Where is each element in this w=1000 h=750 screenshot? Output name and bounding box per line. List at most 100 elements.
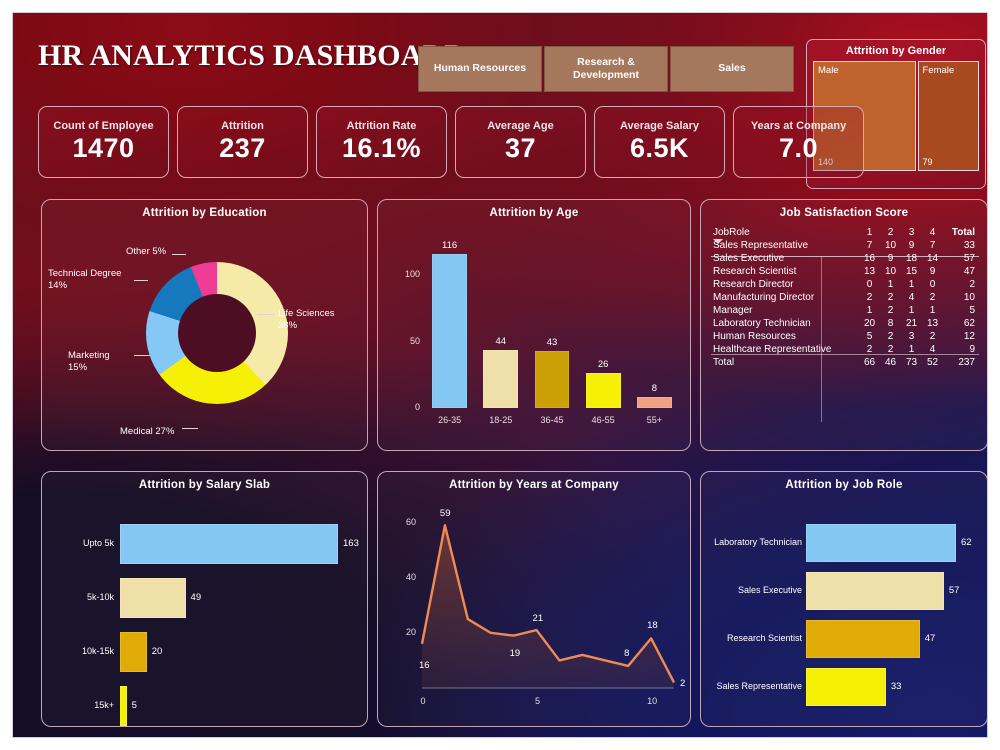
cell-score: 10 bbox=[884, 266, 897, 277]
table-row[interactable]: Sales Representative 7 10 9 7 33 bbox=[711, 239, 979, 252]
bar[interactable] bbox=[636, 397, 672, 408]
cell-score: 2 bbox=[866, 292, 873, 303]
cell-jobrole: Research Scientist bbox=[713, 266, 797, 277]
job-satisfaction-table: JobRole 1 2 3 4 Total Sales Representative 7 10 9… bbox=[711, 226, 979, 422]
bar-value: 116 bbox=[442, 239, 458, 251]
table-header-score-4[interactable]: 4 bbox=[922, 226, 943, 239]
filter-caret-icon[interactable] bbox=[713, 239, 723, 244]
bar[interactable] bbox=[806, 572, 944, 610]
table-header-score-1[interactable]: 1 bbox=[859, 226, 880, 239]
cell-score: 4 bbox=[908, 292, 915, 303]
bar-value: 57 bbox=[948, 585, 960, 596]
table-row[interactable]: Research Scientist 13 10 15 9 47 bbox=[711, 265, 979, 278]
cell-score: 2 bbox=[929, 331, 936, 342]
donut-label-medical: Medical 27% bbox=[120, 426, 175, 437]
cell-score: 1 bbox=[929, 305, 936, 316]
bar[interactable] bbox=[806, 524, 956, 562]
table-header-jobrole[interactable]: JobRole bbox=[711, 226, 859, 244]
dept-filter-sales[interactable]: Sales bbox=[670, 46, 794, 92]
data-point-value: 59 bbox=[439, 508, 451, 520]
bar-value: 33 bbox=[890, 681, 902, 692]
bar-category: 46-55 bbox=[591, 415, 615, 425]
data-point-value: 21 bbox=[532, 613, 544, 625]
table-row[interactable]: Sales Executive 16 9 18 14 57 bbox=[711, 252, 979, 265]
dept-filter-human-resources[interactable]: Human Resources bbox=[418, 46, 542, 92]
treemap-cell-label: Male bbox=[818, 65, 839, 76]
cell-score: 14 bbox=[926, 253, 939, 264]
cell-score: 66 bbox=[863, 357, 876, 368]
bar[interactable] bbox=[534, 350, 570, 408]
dept-filter-research-development[interactable]: Research & Development bbox=[544, 46, 668, 92]
table-row[interactable]: Manufacturing Director 2 2 4 2 10 bbox=[711, 291, 979, 304]
bar[interactable] bbox=[585, 373, 621, 408]
dept-filter-label: Human Resources bbox=[433, 62, 527, 75]
data-point-value: 16 bbox=[419, 659, 430, 671]
kpi-card-average-salary: Average Salary 6.5K bbox=[594, 106, 725, 178]
kpi-value: 37 bbox=[504, 133, 537, 163]
cell-total: 57 bbox=[963, 253, 975, 264]
kpi-card-attrition-rate: Attrition Rate 16.1% bbox=[316, 106, 447, 178]
bar-column[interactable]: 26 46-55 bbox=[585, 242, 621, 425]
panel-attrition-by-education: Attrition by Education Life Sciences 38% M… bbox=[41, 199, 368, 451]
cell-score: 10 bbox=[884, 240, 897, 251]
bar-value: 62 bbox=[961, 537, 972, 548]
bar[interactable] bbox=[483, 349, 519, 408]
table-header-rule bbox=[711, 256, 979, 257]
cell-score: 5 bbox=[866, 331, 873, 342]
bar-column[interactable]: 43 36-45 bbox=[534, 242, 570, 425]
treemap-cell-value: 79 bbox=[922, 157, 933, 167]
panel-title: Attrition by Job Role bbox=[785, 479, 903, 491]
bar[interactable] bbox=[120, 524, 338, 564]
bar-column[interactable]: 8 55+ bbox=[636, 242, 672, 425]
table-header-score-2[interactable]: 2 bbox=[880, 226, 901, 239]
donut-leader-line bbox=[257, 314, 275, 315]
table-header-total[interactable]: Total bbox=[943, 226, 979, 239]
cell-total: 47 bbox=[963, 266, 975, 277]
kpi-label: Attrition bbox=[221, 120, 264, 132]
table-row[interactable]: Human Resources 5 2 3 2 12 bbox=[711, 330, 979, 343]
bar[interactable] bbox=[432, 253, 467, 408]
bar[interactable] bbox=[120, 686, 127, 726]
bar[interactable] bbox=[120, 632, 147, 672]
table-row[interactable]: Research Director 0 1 1 0 2 bbox=[711, 278, 979, 291]
bar-value: 44 bbox=[495, 335, 507, 347]
cell-score: 1 bbox=[908, 305, 915, 316]
cell-score: 9 bbox=[887, 253, 894, 264]
panel-job-satisfaction-score: Job Satisfaction Score JobRole 1 2 3 4 Total S… bbox=[700, 199, 987, 451]
bar-column[interactable]: 116 26-35 bbox=[432, 239, 467, 425]
kpi-value: 16.1% bbox=[341, 133, 422, 163]
table-row[interactable]: Manager 1 2 1 1 5 bbox=[711, 304, 979, 317]
kpi-label: Attrition Rate bbox=[346, 120, 417, 132]
cell-total: 33 bbox=[963, 240, 975, 251]
cell-score: 13 bbox=[926, 318, 939, 329]
panel-attrition-by-years-at-company: Attrition by Years at Company 20 40 60 0 5 10… bbox=[377, 471, 691, 727]
bar[interactable] bbox=[806, 668, 886, 706]
table-row[interactable]: Laboratory Technician 20 8 21 13 62 bbox=[711, 317, 979, 330]
bar-category: Sales Executive bbox=[737, 585, 802, 595]
donut-label-life-sciences: Life Sciences 38% bbox=[278, 308, 335, 331]
table-header-score-3[interactable]: 3 bbox=[901, 226, 922, 239]
donut-ring[interactable] bbox=[146, 262, 288, 404]
cell-score: 46 bbox=[884, 357, 897, 368]
education-donut-chart: Life Sciences 38% Medical 27% Marketing 15% T… bbox=[42, 224, 367, 450]
data-point-value: 8 bbox=[624, 647, 630, 659]
data-point-value: 18 bbox=[647, 620, 658, 632]
treemap-cell-female[interactable]: Female 79 bbox=[917, 61, 979, 171]
age-plot-area: 116 26-35 44 18-25 43 36-45 26 46-55 8 5… bbox=[424, 239, 680, 425]
panel-title: Job Satisfaction Score bbox=[779, 207, 909, 219]
cell-total: 62 bbox=[963, 318, 975, 329]
dept-filter-label: Research & Development bbox=[573, 55, 639, 81]
dept-filter-label: Sales bbox=[718, 62, 746, 75]
kpi-label: Average Salary bbox=[619, 120, 700, 132]
cell-total: 12 bbox=[963, 331, 975, 342]
bar[interactable] bbox=[120, 578, 186, 618]
bar-category: Research Scientist bbox=[726, 633, 802, 643]
kpi-card-attrition: Attrition 237 bbox=[177, 106, 308, 178]
panel-attrition-by-job-role: Attrition by Job Role Laboratory Technic… bbox=[700, 471, 987, 727]
bar-column[interactable]: 44 18-25 bbox=[483, 242, 519, 425]
bar-category: Sales Representative bbox=[716, 681, 802, 691]
cell-total: 2 bbox=[969, 279, 975, 290]
bar[interactable] bbox=[806, 620, 920, 658]
cell-score: 9 bbox=[908, 240, 915, 251]
cell-score: 52 bbox=[926, 357, 939, 368]
